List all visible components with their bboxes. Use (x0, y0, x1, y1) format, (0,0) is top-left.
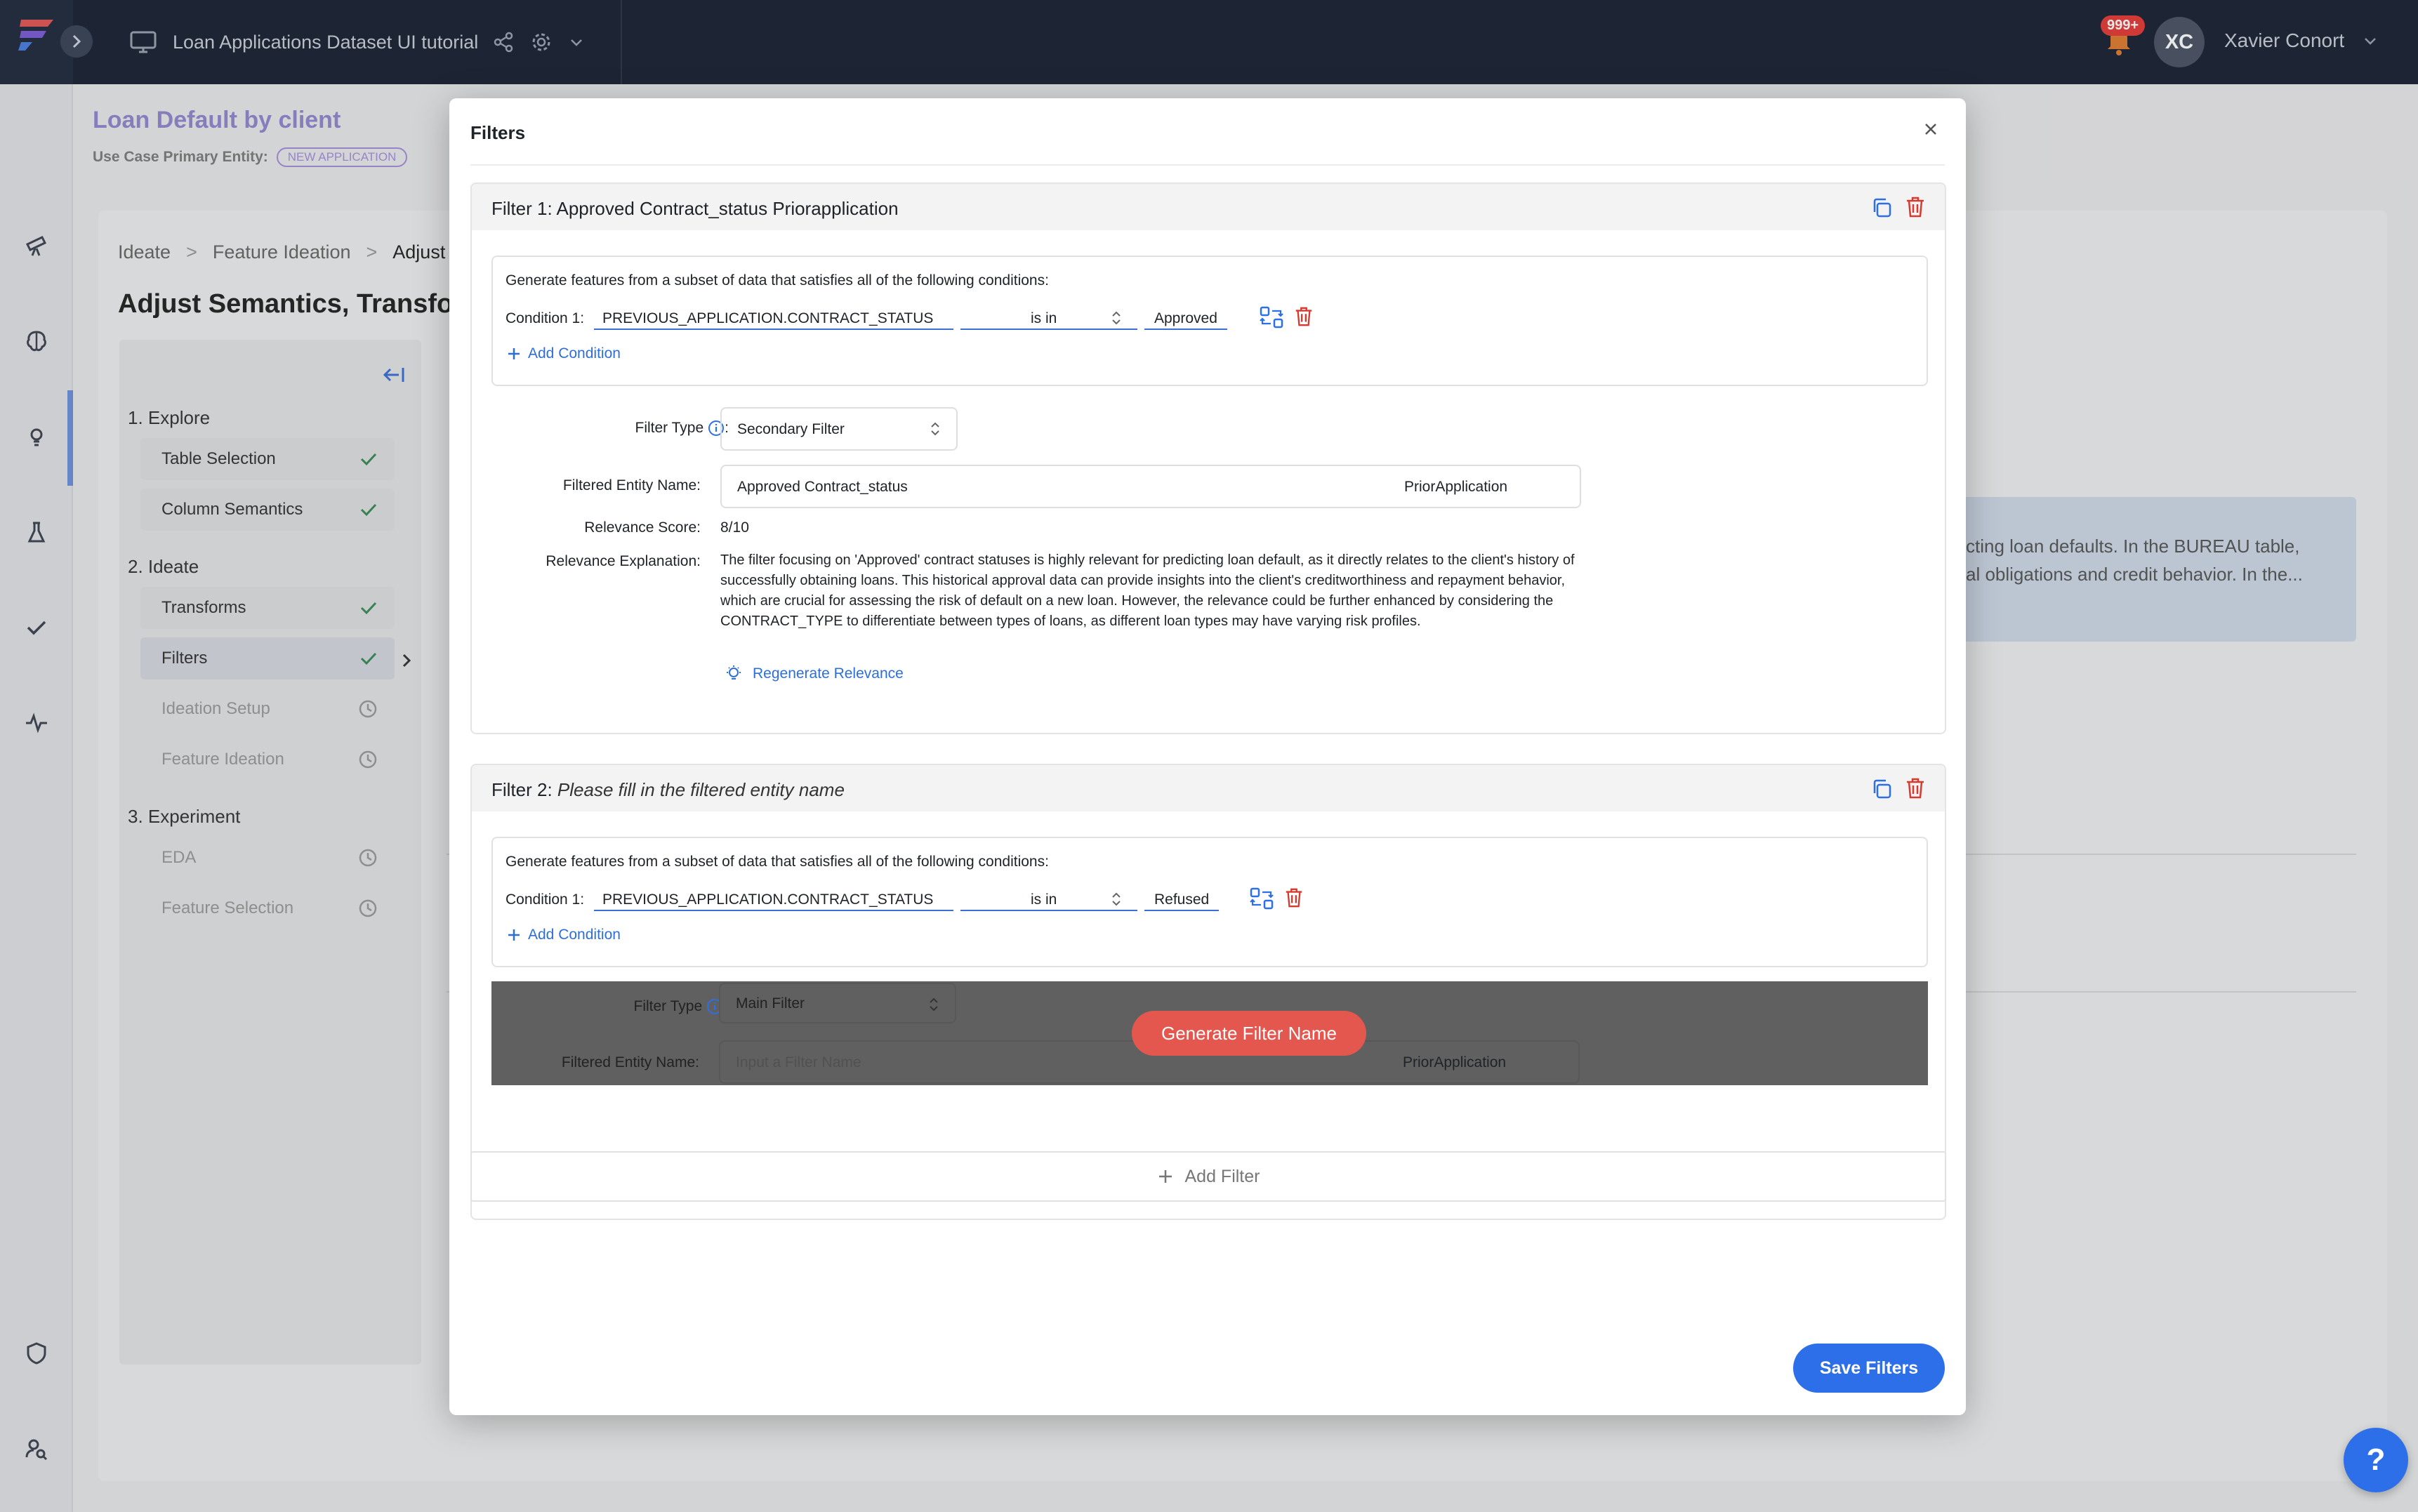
relevance-explanation-text: The filter focusing on 'Approved' contra… (720, 552, 1575, 629)
help-button[interactable]: ? (2344, 1428, 2408, 1492)
condition-value-input[interactable]: Refused (1144, 883, 1220, 911)
swap-condition-button[interactable] (1260, 306, 1283, 329)
entity-name-label: Filtered Entity Name: (562, 477, 701, 493)
delete-filter-button[interactable] (1904, 776, 1927, 800)
add-filter-label: Add Filter (1184, 1166, 1260, 1186)
filter-card-1: Filter 1: Approved Contract_status Prior… (470, 183, 1946, 734)
filter-type-value: Secondary Filter (737, 421, 845, 437)
filter-name: Approved Contract_status Priorapplicatio… (556, 198, 899, 219)
filter-title: Filter 2: Please fill in the filtered en… (491, 779, 845, 801)
close-button[interactable] (1924, 122, 1938, 136)
duplicate-filter-button[interactable] (1870, 778, 1893, 800)
conditions-box: Generate features from a subset of data … (491, 837, 1928, 967)
lightbulb-icon (727, 665, 741, 679)
relevance-score-value: 8/10 (720, 519, 749, 536)
plus-icon (1158, 1170, 1172, 1183)
filtered-entity-name-input[interactable]: Approved Contract_status PriorApplicatio… (720, 465, 1581, 508)
filter-type-label-text: Filter Type (635, 420, 704, 436)
up-down-icon (930, 997, 938, 1012)
filter-header: Filter 1: Approved Contract_status Prior… (472, 184, 1945, 230)
trash-icon (1907, 778, 1924, 799)
trash-icon (1286, 888, 1302, 908)
condition-operator-select[interactable]: is in (960, 883, 1137, 911)
filter-type-label: Filter Type: (541, 998, 727, 1015)
filter-type-select[interactable]: Secondary Filter (720, 407, 958, 451)
generating-overlay: Filter Type: Main Filter Filtered Entity… (491, 981, 1928, 1085)
duplicate-filter-button[interactable] (1870, 197, 1893, 219)
filter-type-label: Filter Type: (635, 420, 729, 437)
add-condition-label: Add Condition (528, 927, 621, 943)
swap-icon (1250, 887, 1274, 910)
swap-condition-button[interactable] (1250, 887, 1274, 910)
up-down-icon (1112, 311, 1121, 325)
operator-value: is in (1031, 310, 1057, 326)
delete-condition-button[interactable] (1293, 305, 1314, 329)
modal-title: Filters (470, 122, 526, 143)
filter-type-label-text: Filter Type (633, 998, 703, 1014)
entity-name-value: Approved Contract_status (737, 479, 908, 495)
add-filter-button[interactable]: Add Filter (470, 1151, 1946, 1202)
add-condition-button[interactable]: Add Condition (507, 927, 621, 943)
trash-icon (1907, 197, 1924, 218)
entity-name-label: Filtered Entity Name: (561, 1054, 699, 1070)
filter-number: Filter 1: (491, 198, 553, 219)
generate-filter-name-button[interactable]: Generate Filter Name (1132, 1011, 1366, 1056)
condition-operator-select[interactable]: is in (960, 302, 1137, 330)
regenerate-relevance-label: Regenerate Relevance (753, 665, 904, 682)
operator-value: is in (1031, 891, 1057, 908)
condition-label: Condition 1: (506, 310, 585, 326)
up-down-icon (1112, 892, 1121, 906)
conditions-box: Generate features from a subset of data … (491, 256, 1928, 386)
trash-icon (1295, 307, 1312, 326)
relevance-explanation-label: Relevance Explanation: (546, 553, 701, 569)
delete-filter-button[interactable] (1904, 195, 1927, 219)
filters-modal: Filters Filter 1: Approved Contract_stat… (449, 98, 1966, 1415)
plus-icon (508, 348, 520, 359)
add-condition-label: Add Condition (528, 345, 621, 362)
condition-field-select[interactable]: PREVIOUS_APPLICATION.CONTRACT_STATUS (594, 883, 953, 911)
filter-type-select[interactable]: Main Filter (719, 983, 956, 1023)
condition-value-input[interactable]: Approved (1144, 302, 1227, 330)
save-filters-button[interactable]: Save Filters (1793, 1344, 1945, 1393)
copy-icon (1873, 779, 1891, 799)
delete-condition-button[interactable] (1283, 886, 1304, 910)
regenerate-relevance-button[interactable]: Regenerate Relevance (725, 664, 904, 684)
entity-name-placeholder: Input a Filter Name (736, 1054, 861, 1070)
filter-title: Filter 1: Approved Contract_status Prior… (491, 198, 899, 220)
entity-table-name: PriorApplication (1404, 479, 1508, 495)
filter-number: Filter 2: (491, 779, 553, 800)
filter-header: Filter 2: Please fill in the filtered en… (472, 765, 1945, 811)
entity-table-name: PriorApplication (1403, 1054, 1507, 1070)
filter-name-placeholder: Please fill in the filtered entity name (557, 779, 845, 800)
copy-icon (1873, 198, 1891, 218)
plus-icon (508, 929, 520, 941)
conditions-lead-text: Generate features from a subset of data … (506, 272, 1049, 289)
relevance-score-label: Relevance Score: (584, 519, 701, 536)
up-down-icon (931, 422, 939, 436)
condition-label: Condition 1: (506, 891, 585, 908)
add-condition-button[interactable]: Add Condition (507, 345, 621, 362)
modal-divider (470, 164, 1945, 166)
conditions-lead-text: Generate features from a subset of data … (506, 854, 1049, 870)
filter-type-value: Main Filter (736, 995, 805, 1012)
condition-field-select[interactable]: PREVIOUS_APPLICATION.CONTRACT_STATUS (594, 302, 953, 330)
close-icon (1925, 124, 1936, 135)
swap-icon (1260, 306, 1283, 329)
